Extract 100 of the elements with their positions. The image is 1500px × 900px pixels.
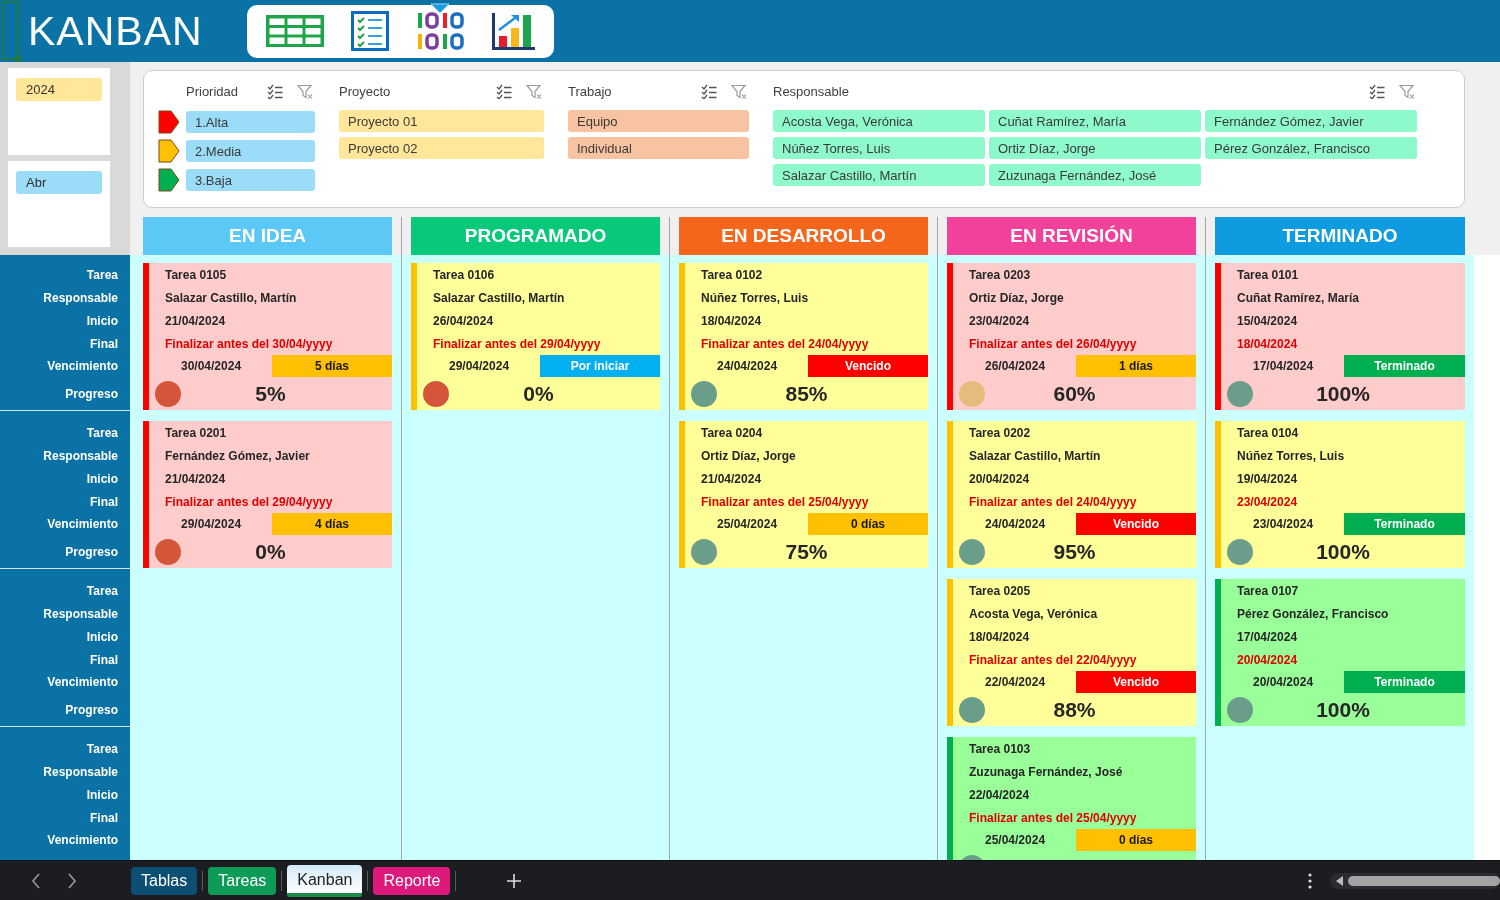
bar-chart-icon bbox=[490, 11, 536, 51]
filter-item[interactable]: Individual bbox=[568, 137, 749, 159]
status-badge: Vencido bbox=[1076, 671, 1196, 693]
filter-item[interactable]: 2.Media bbox=[186, 140, 315, 162]
start-date: 26/04/2024 bbox=[433, 313, 494, 328]
column-header: EN IDEA bbox=[143, 217, 392, 255]
deadline-note: 23/04/2024 bbox=[1237, 494, 1298, 509]
status-badge: 0 días bbox=[1076, 829, 1196, 851]
filter-title: Responsable bbox=[773, 83, 849, 99]
row-label: Inicio bbox=[86, 471, 118, 486]
clear-filter-icon[interactable] bbox=[297, 83, 313, 99]
table-grid-icon bbox=[265, 15, 324, 47]
deadline-note: 18/04/2024 bbox=[1237, 336, 1298, 351]
row-label: Tarea bbox=[86, 425, 118, 440]
chevron-left-icon[interactable] bbox=[31, 872, 41, 889]
row-label: Vencimiento bbox=[47, 517, 118, 531]
row-label: Final bbox=[90, 652, 118, 667]
progress-percent: 0% bbox=[523, 381, 554, 406]
chevron-right-icon[interactable] bbox=[67, 872, 77, 889]
progress-percent: 100% bbox=[1316, 539, 1370, 564]
page-title: KANBAN bbox=[28, 10, 203, 52]
due-date: 23/04/2024 bbox=[1253, 517, 1314, 531]
deadline-note: Finalizar antes del 24/04/yyyy bbox=[701, 336, 869, 351]
assignee-name: Ortiz Díaz, Jorge bbox=[969, 290, 1064, 305]
row-label: Vencimiento bbox=[47, 359, 118, 373]
task-title: Tarea 0104 bbox=[1237, 425, 1299, 440]
deadline-note: Finalizar antes del 30/04/yyyy bbox=[165, 336, 333, 351]
filter-item[interactable]: Salazar Castillo, Martín bbox=[773, 164, 985, 186]
row-label: Tarea bbox=[86, 741, 118, 756]
clear-filter-icon[interactable] bbox=[1399, 83, 1415, 99]
due-date: 25/04/2024 bbox=[717, 517, 778, 531]
task-title: Tarea 0204 bbox=[701, 425, 763, 440]
column-header: EN DESARROLLO bbox=[679, 217, 928, 255]
due-date: 29/04/2024 bbox=[181, 517, 242, 531]
sheet-tab[interactable]: Tablas bbox=[131, 866, 198, 895]
filter-item[interactable]: 1.Alta bbox=[186, 111, 315, 133]
assignee-name: Salazar Castillo, Martín bbox=[165, 290, 297, 305]
multi-select-icon[interactable] bbox=[496, 83, 512, 99]
checklist-icon bbox=[350, 11, 389, 51]
more-options-icon[interactable] bbox=[1308, 872, 1312, 889]
column-header: TERMINADO bbox=[1215, 217, 1465, 255]
sheet-tab[interactable]: Kanban bbox=[287, 864, 363, 897]
assignee-name: Núñez Torres, Luis bbox=[1237, 448, 1345, 463]
due-date: 26/04/2024 bbox=[985, 359, 1046, 373]
multi-select-icon[interactable] bbox=[1369, 83, 1385, 99]
filter-item[interactable]: 3.Baja bbox=[186, 169, 315, 191]
sheet-tab[interactable]: Tareas bbox=[208, 866, 277, 895]
filter-item[interactable]: Cuñat Ramírez, María bbox=[989, 110, 1201, 132]
start-date: 20/04/2024 bbox=[969, 471, 1030, 486]
filter-item[interactable]: Ortiz Díaz, Jorge bbox=[989, 137, 1201, 159]
filter-item[interactable]: Proyecto 01 bbox=[339, 110, 544, 132]
filter-item[interactable]: Fernández Gómez, Javier bbox=[1205, 110, 1417, 132]
clear-filter-icon[interactable] bbox=[731, 83, 747, 99]
status-badge: 5 días bbox=[272, 355, 392, 377]
nav-button[interactable] bbox=[350, 8, 389, 54]
deadline-note: Finalizar antes del 26/04/yyyy bbox=[969, 336, 1137, 351]
task-title: Tarea 0107 bbox=[1237, 583, 1299, 598]
filter-item[interactable]: Proyecto 02 bbox=[339, 137, 544, 159]
due-date: 25/04/2024 bbox=[985, 833, 1046, 847]
task-title: Tarea 0202 bbox=[969, 425, 1031, 440]
filter-item[interactable]: Zuzunaga Fernández, José bbox=[989, 164, 1201, 186]
filter-item[interactable]: Equipo bbox=[568, 110, 749, 132]
filter-item[interactable]: Pérez González, Francisco bbox=[1205, 137, 1417, 159]
progress-percent: 100% bbox=[1316, 697, 1370, 722]
multi-select-icon[interactable] bbox=[267, 83, 283, 99]
multi-select-icon[interactable] bbox=[701, 83, 717, 99]
task-title: Tarea 0203 bbox=[969, 267, 1031, 282]
slicer-item[interactable]: Abr bbox=[16, 170, 102, 194]
filter-item[interactable]: Núñez Torres, Luis bbox=[773, 137, 985, 159]
start-date: 21/04/2024 bbox=[701, 471, 762, 486]
filter-item[interactable]: Acosta Vega, Verónica bbox=[773, 110, 985, 132]
row-label: Final bbox=[90, 336, 118, 351]
add-sheet-icon[interactable] bbox=[507, 873, 522, 888]
assignee-name: Salazar Castillo, Martín bbox=[433, 290, 565, 305]
task-title: Tarea 0103 bbox=[969, 741, 1031, 756]
row-label: Inicio bbox=[86, 629, 118, 644]
progress-percent: 85% bbox=[785, 381, 828, 406]
row-label: Tarea bbox=[86, 267, 118, 282]
due-date: 29/04/2024 bbox=[449, 359, 510, 373]
start-date: 15/04/2024 bbox=[1237, 313, 1298, 328]
start-date: 19/04/2024 bbox=[1237, 471, 1298, 486]
due-date: 20/04/2024 bbox=[1253, 675, 1314, 689]
start-date: 18/04/2024 bbox=[969, 629, 1030, 644]
binary-digits-icon bbox=[415, 10, 464, 52]
slicer-item[interactable]: 2024 bbox=[16, 78, 102, 101]
row-label: Responsable bbox=[43, 764, 118, 779]
assignee-name: Zuzunaga Fernández, José bbox=[969, 764, 1123, 779]
row-label: Inicio bbox=[86, 313, 118, 328]
row-label: Inicio bbox=[86, 787, 118, 802]
progress-percent: 100% bbox=[1316, 381, 1370, 406]
deadline-note: Finalizar antes del 22/04/yyyy bbox=[969, 652, 1137, 667]
clear-filter-icon[interactable] bbox=[526, 83, 542, 99]
start-date: 22/04/2024 bbox=[969, 787, 1030, 802]
sheet-tab[interactable]: Reporte bbox=[373, 866, 451, 895]
column-header: EN REVISIÓN bbox=[947, 217, 1196, 255]
deadline-note: Finalizar antes del 24/04/yyyy bbox=[969, 494, 1137, 509]
status-badge: Terminado bbox=[1344, 671, 1465, 693]
start-date: 17/04/2024 bbox=[1237, 629, 1298, 644]
due-date: 30/04/2024 bbox=[181, 359, 242, 373]
row-label: Progreso bbox=[65, 386, 118, 401]
